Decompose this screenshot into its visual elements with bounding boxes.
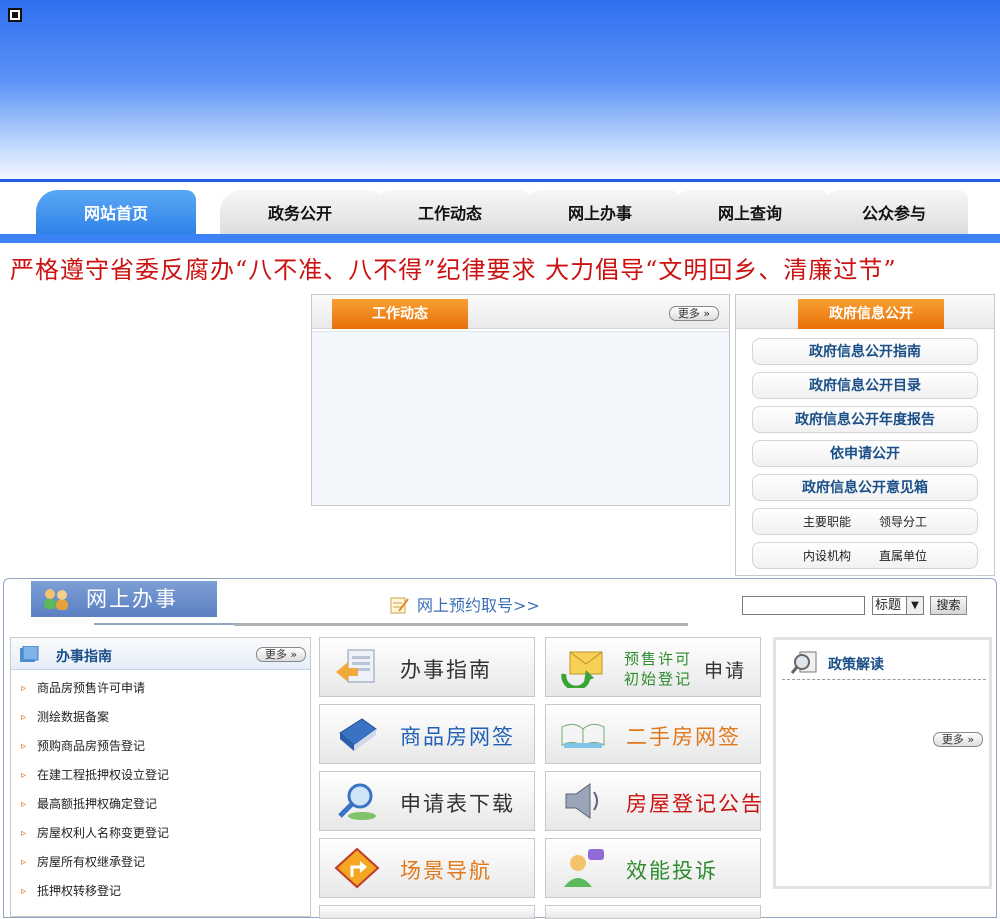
more-label: 更多 xyxy=(264,648,287,661)
tile-guide[interactable]: 办事指南 xyxy=(319,637,535,697)
nav-underline xyxy=(0,234,1000,243)
tile-presale-license[interactable]: 预售许可初始登记 申请 xyxy=(545,637,761,697)
tile-registration-notice[interactable]: 房屋登记公告 xyxy=(545,771,764,831)
user-chat-icon xyxy=(564,849,604,887)
tile-scene-navigation[interactable]: 场景导航 xyxy=(319,838,535,898)
speaker-icon xyxy=(565,783,598,819)
work-news-more-button[interactable]: 更多 » xyxy=(669,306,719,321)
work-news-title: 工作动态 xyxy=(332,299,468,329)
guide-item[interactable]: 测绘数据备案 xyxy=(11,703,310,732)
policy-panel: 政策解读 更多 » xyxy=(773,637,992,889)
appointment-link[interactable]: 网上预约取号>> xyxy=(389,592,540,616)
online-service-title-tab: 网上办事 xyxy=(31,581,217,617)
document-icon xyxy=(20,646,39,662)
mail-refresh-icon xyxy=(561,651,603,688)
tile-complaint-label: 效能投诉 xyxy=(626,859,718,883)
tile-registration-label: 房屋登记公告 xyxy=(626,792,764,816)
work-news-body xyxy=(312,331,729,505)
initial-registration-line: 初始登记 xyxy=(624,670,693,688)
magnifier-icon xyxy=(338,783,376,820)
tab-home[interactable]: 网站首页 xyxy=(36,190,196,236)
gov-info-panel: 政府信息公开 政府信息公开指南 政府信息公开目录 政府信息公开年度报告 依申请公… xyxy=(735,294,995,576)
magnifier-document-icon xyxy=(790,651,817,674)
appointment-label: 网上预约取号>> xyxy=(417,596,540,615)
gov-info-feedback-link[interactable]: 政府信息公开意见箱 xyxy=(752,474,978,501)
tab-public-participation[interactable]: 公众参与 xyxy=(820,190,968,236)
presale-line: 预售许可 xyxy=(624,650,693,668)
document-arrow-icon xyxy=(336,649,375,683)
people-icon xyxy=(44,589,68,610)
search-field-select[interactable]: 标题 ▼ xyxy=(872,596,924,615)
guide-item[interactable]: 最高额抵押权确定登记 xyxy=(11,790,310,819)
guide-item[interactable]: 预购商品房预告登记 xyxy=(11,732,310,761)
chevron-down-icon[interactable]: ▼ xyxy=(906,597,923,614)
policy-title: 政策解读 xyxy=(828,657,884,673)
main-functions-link[interactable]: 主要职能 xyxy=(803,509,851,536)
tile-partial-2[interactable] xyxy=(545,905,761,919)
gov-info-small-links-2: 内设机构 直属单位 xyxy=(752,542,978,569)
gov-info-guide-link[interactable]: 政府信息公开指南 xyxy=(752,338,978,365)
notice-banner: 严格遵守省委反腐办“八不准、八不得”纪律要求 大力倡导“文明回乡、清廉过节” xyxy=(10,256,897,284)
guide-item[interactable]: 在建工程抵押权设立登记 xyxy=(11,761,310,790)
guide-list: 商品房预售许可申请 测绘数据备案 预购商品房预告登记 在建工程抵押权设立登记 最… xyxy=(11,670,310,906)
book-icon xyxy=(339,718,377,751)
tile-presale-label: 预售许可 初始登记 xyxy=(624,649,692,689)
tile-form-download[interactable]: 申请表下载 xyxy=(319,771,535,831)
work-news-panel: 工作动态 更多 » xyxy=(311,294,730,506)
work-news-header: 工作动态 更多 » xyxy=(312,295,729,329)
tile-efficiency-complaint[interactable]: 效能投诉 xyxy=(545,838,761,898)
header-banner xyxy=(0,0,1000,182)
title-underline xyxy=(94,623,244,625)
search-input[interactable] xyxy=(742,596,865,615)
more-label: 更多 xyxy=(941,733,964,746)
window-icon xyxy=(8,8,22,22)
guide-item[interactable]: 商品房预售许可申请 xyxy=(11,674,310,703)
guide-more-button[interactable]: 更多 » xyxy=(256,647,306,662)
search-button[interactable]: 搜索 xyxy=(930,596,967,615)
leader-division-link[interactable]: 领导分工 xyxy=(879,509,927,536)
search-field-value: 标题 xyxy=(875,598,902,613)
policy-header: 政策解读 xyxy=(782,648,986,680)
gov-info-header: 政府信息公开 xyxy=(736,295,994,329)
tile-scene-nav-label: 场景导航 xyxy=(400,859,492,883)
guide-item[interactable]: 房屋所有权继承登记 xyxy=(11,848,310,877)
guide-panel: 办事指南 更多 » 商品房预售许可申请 测绘数据备案 预购商品房预告登记 在建工… xyxy=(10,637,311,917)
tab-online-query[interactable]: 网上查询 xyxy=(670,190,830,236)
tile-form-download-label: 申请表下载 xyxy=(400,792,515,816)
tab-work-news[interactable]: 工作动态 xyxy=(370,190,530,236)
tile-second-hand-contract[interactable]: 二手房网签 xyxy=(545,704,761,764)
gov-info-annual-report-link[interactable]: 政府信息公开年度报告 xyxy=(752,406,978,433)
guide-header: 办事指南 更多 » xyxy=(11,638,310,670)
gov-info-catalog-link[interactable]: 政府信息公开目录 xyxy=(752,372,978,399)
guide-title: 办事指南 xyxy=(56,649,112,665)
gov-info-title: 政府信息公开 xyxy=(798,299,944,329)
tab-online-service[interactable]: 网上办事 xyxy=(520,190,680,236)
online-service-header: 网上办事 网上预约取号>> 标题 ▼ 搜索 xyxy=(4,579,996,627)
tile-new-home-label: 商品房网签 xyxy=(400,725,515,749)
online-service-title: 网上办事 xyxy=(86,587,178,611)
guide-item[interactable]: 房屋权利人名称变更登记 xyxy=(11,819,310,848)
header-rule xyxy=(234,623,688,626)
gov-info-small-links-1: 主要职能 领导分工 xyxy=(752,508,978,535)
subordinate-units-link[interactable]: 直属单位 xyxy=(879,543,927,570)
policy-more-button[interactable]: 更多 » xyxy=(933,732,983,747)
apply-disclosure-link[interactable]: 依申请公开 xyxy=(752,440,978,467)
tile-apply-label: 申请 xyxy=(704,660,747,682)
tab-gov-affairs[interactable]: 政务公开 xyxy=(220,190,380,236)
internal-org-link[interactable]: 内设机构 xyxy=(803,543,851,570)
route-sign-icon xyxy=(334,847,380,889)
more-label: 更多 xyxy=(677,307,700,320)
tile-new-home-contract[interactable]: 商品房网签 xyxy=(319,704,535,764)
tile-second-hand-label: 二手房网签 xyxy=(626,725,741,749)
tile-partial-1[interactable] xyxy=(319,905,535,919)
main-nav: 网站首页 政务公开 工作动态 网上办事 网上查询 公众参与 xyxy=(0,182,1000,242)
tile-guide-label: 办事指南 xyxy=(400,658,492,682)
note-pencil-icon xyxy=(390,597,409,614)
open-book-icon xyxy=(561,723,605,748)
guide-item[interactable]: 抵押权转移登记 xyxy=(11,877,310,906)
online-service-section: 网上办事 网上预约取号>> 标题 ▼ 搜索 办事指南 更多 » 商品房预售许可申… xyxy=(3,578,997,919)
